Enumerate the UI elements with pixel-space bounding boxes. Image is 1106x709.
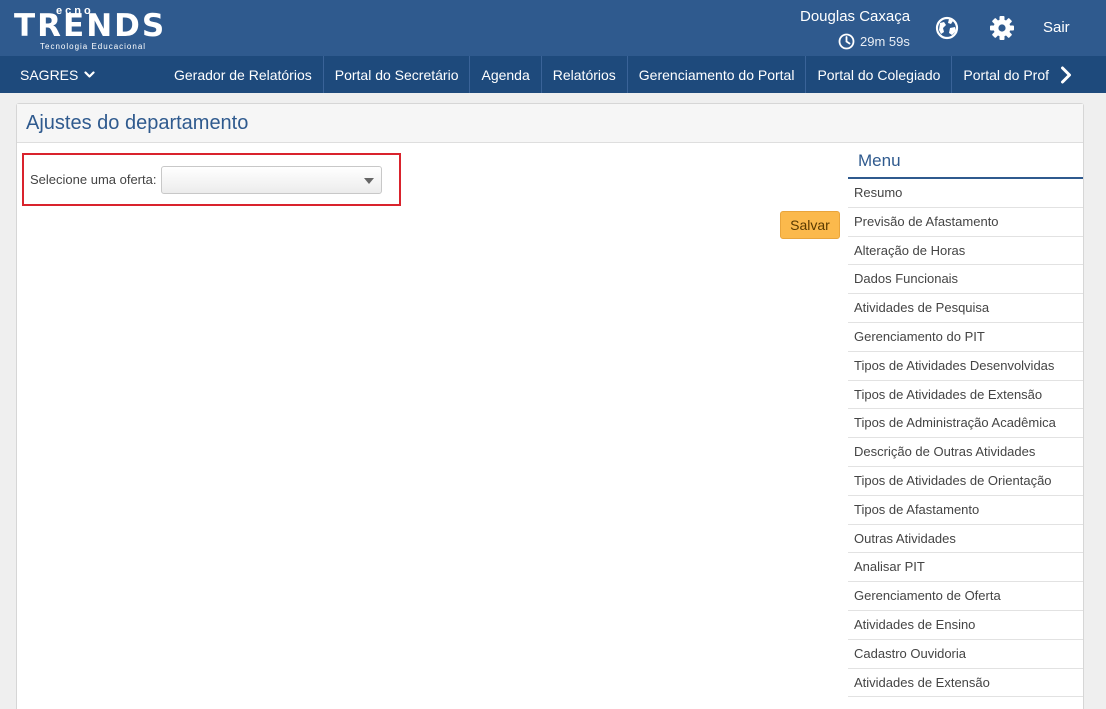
main-nav: SAGRES Gerador de Relatórios Portal do S…	[0, 56, 1106, 93]
settings-button[interactable]	[988, 14, 1016, 42]
menu-item-alteracao-horas[interactable]: Alteração de Horas	[848, 237, 1083, 266]
menu-item-previsao-afastamento[interactable]: Previsão de Afastamento	[848, 208, 1083, 237]
logo-subtitle: Tecnologia Educacional	[40, 42, 147, 51]
menu-item-gerenciamento-oferta[interactable]: Gerenciamento de Oferta	[848, 582, 1083, 611]
menu-item-tipos-atividades-orientacao[interactable]: Tipos de Atividades de Orientação	[848, 467, 1083, 496]
menu-item-tipos-atividades-desenvolvidas[interactable]: Tipos de Atividades Desenvolvidas	[848, 352, 1083, 381]
offer-select[interactable]	[161, 166, 382, 194]
menu-item-descricao-outras-atividades[interactable]: Descrição de Outras Atividades	[848, 438, 1083, 467]
nav-item-portal-secretario[interactable]: Portal do Secretário	[322, 56, 470, 93]
menu-item-cadastro-ouvidoria[interactable]: Cadastro Ouvidoria	[848, 640, 1083, 669]
clock-icon	[838, 33, 855, 50]
nav-item-relatorios[interactable]: Relatórios	[540, 56, 627, 93]
menu-item-atividades-ensino[interactable]: Atividades de Ensino	[848, 611, 1083, 640]
menu-item-tipos-afastamento[interactable]: Tipos de Afastamento	[848, 496, 1083, 525]
chevron-down-icon	[84, 70, 95, 78]
menu-item-dados-funcionais[interactable]: Dados Funcionais	[848, 265, 1083, 295]
chevron-right-icon	[1061, 66, 1071, 83]
page-title: Ajustes do departamento	[26, 112, 249, 134]
offer-label: Selecione uma oferta:	[30, 172, 157, 187]
main-panel: Ajustes do departamento Selecione uma of…	[16, 103, 1084, 709]
save-button[interactable]: Salvar	[780, 211, 840, 239]
nav-item-gerenciamento-portal[interactable]: Gerenciamento do Portal	[626, 56, 806, 93]
menu-title: Menu	[848, 144, 1083, 179]
caret-down-icon	[364, 178, 374, 184]
menu-list: Resumo Previsão de Afastamento Alteração…	[848, 179, 1083, 698]
nav-item-gerador-relatorios[interactable]: Gerador de Relatórios	[163, 56, 323, 93]
side-menu: Menu Resumo Previsão de Afastamento Alte…	[848, 144, 1083, 698]
nav-item-agenda[interactable]: Agenda	[469, 56, 540, 93]
tecnotrends-logo[interactable]: ecno TRENDS Tecnologia Educacional	[14, 6, 174, 52]
user-name: Douglas Caxaça	[800, 8, 911, 25]
menu-item-resumo[interactable]: Resumo	[848, 179, 1083, 208]
nav-item-portal-prof[interactable]: Portal do Prof	[951, 56, 1053, 93]
menu-item-tipos-administracao-academica[interactable]: Tipos de Administração Acadêmica	[848, 409, 1083, 439]
globe-icon	[935, 16, 959, 40]
menu-item-gerenciamento-pit[interactable]: Gerenciamento do PIT	[848, 323, 1083, 352]
session-timer: 29m 59s	[838, 33, 910, 50]
logout-link[interactable]: Sair	[1043, 19, 1070, 36]
menu-item-atividades-pesquisa[interactable]: Atividades de Pesquisa	[848, 294, 1083, 323]
nav-items: Gerador de Relatórios Portal do Secretár…	[163, 56, 1053, 93]
menu-item-outras-atividades[interactable]: Outras Atividades	[848, 525, 1083, 554]
menu-item-analisar-pit[interactable]: Analisar PIT	[848, 553, 1083, 583]
nav-item-portal-colegiado[interactable]: Portal do Colegiado	[805, 56, 951, 93]
session-timer-value: 29m 59s	[860, 34, 910, 49]
panel-header: Ajustes do departamento	[17, 104, 1083, 143]
globe-button[interactable]	[934, 14, 960, 42]
logo-main-text: TRENDS	[14, 8, 167, 44]
sagres-menu-toggle[interactable]: SAGRES	[20, 56, 95, 93]
top-header: ecno TRENDS Tecnologia Educacional Dougl…	[0, 0, 1106, 56]
gear-icon	[990, 16, 1014, 40]
menu-item-atividades-extensao[interactable]: Atividades de Extensão	[848, 669, 1083, 698]
nav-scroll-right-button[interactable]	[1056, 56, 1076, 93]
sagres-label: SAGRES	[20, 66, 79, 83]
menu-item-tipos-atividades-extensao[interactable]: Tipos de Atividades de Extensão	[848, 381, 1083, 410]
offer-selection-box: Selecione uma oferta:	[22, 153, 401, 206]
